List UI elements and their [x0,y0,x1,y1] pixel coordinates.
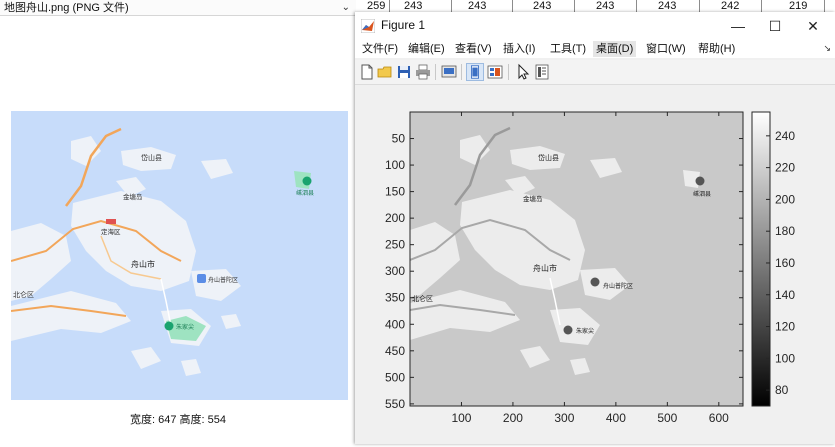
y-tick-label: 300 [385,264,405,278]
menu-file[interactable]: 文件(F) [359,41,401,57]
pixel-value: 219 [789,0,808,12]
grayscale-image [410,112,743,406]
show-plot-tools-icon[interactable] [486,63,504,81]
chevron-down-icon[interactable]: ⌄ [342,0,350,15]
map-label: 舟山市 [131,259,155,269]
map-label: 舟山普陀区 [208,276,238,284]
x-tick-label: 200 [503,411,523,425]
map-label: 岱山县 [538,153,559,162]
print-icon[interactable] [414,63,432,81]
property-editor-icon[interactable] [533,63,551,81]
map-label: 金塘岛 [123,192,143,201]
pixel-value: 243 [404,0,423,12]
minimize-button[interactable]: — [723,16,753,36]
matlab-icon [361,19,375,33]
menu-insert[interactable]: 插入(I) [500,41,538,57]
x-tick-label: 100 [451,411,471,425]
map-marker-icon [164,321,174,331]
colorbar-tick-label: 140 [775,288,795,302]
toolbar [355,60,835,85]
colorbar-tick-label: 100 [775,351,795,365]
link-plot-icon[interactable] [440,63,458,81]
figure-title: Figure 1 [381,18,426,32]
new-figure-icon[interactable] [358,63,376,81]
map-label: 岱山县 [141,153,162,162]
edit-plot-cursor-icon[interactable] [514,63,532,81]
y-tick-label: 450 [385,344,405,358]
pixel-value: 243 [468,0,487,12]
map-label: 舟山普陀区 [603,282,633,290]
y-tick-label: 250 [385,238,405,252]
map-label: 朱家尖 [576,327,594,335]
hide-plot-tools-icon[interactable] [466,63,484,81]
menu-tools[interactable]: 工具(T) [547,41,589,57]
y-tick-label: 550 [385,397,405,411]
image-size-label: 宽度: 647 高度: 554 [130,414,226,426]
pixel-value: 242 [721,0,740,12]
colorbar-tick-label: 160 [775,256,795,270]
map-label: 北仑区 [412,294,433,303]
pixel-value: 259 [367,0,386,12]
colorbar[interactable] [751,111,771,407]
viewer-title-bar: 地图舟山.png (PNG 文件) ⌄ [0,0,356,16]
map-marker-icon [302,176,312,186]
pixel-value: 243 [533,0,552,12]
map-image: 岱山县 金塘岛 定海区 舟山市 舟山普陀区 北仑区 朱家尖 嵊泗县 [11,111,348,400]
pixel-value: 243 [658,0,677,12]
colorbar-tick-label: 180 [775,224,795,238]
map-marker-icon [197,274,206,283]
plot-area: 岱山县 金塘岛 舟山市 舟山普陀区 北仑区 朱家尖 嵊泗县 100 200 300 4… [355,85,835,444]
y-tick-label: 500 [385,370,405,384]
menu-view[interactable]: 查看(V) [452,41,495,57]
figure-canvas[interactable]: 岱山县 金塘岛 舟山市 舟山普陀区 北仑区 朱家尖 嵊泗县 100 200 300 4… [355,85,835,444]
viewer-title: 地图舟山.png (PNG 文件) [4,2,129,14]
open-file-icon[interactable] [376,63,394,81]
save-icon[interactable] [395,63,413,81]
map-label: 嵊泗县 [693,190,711,198]
menu-help[interactable]: 帮助(H) [695,41,738,57]
colorbar-tick-label: 80 [775,383,789,397]
map-label: 金塘岛 [523,194,543,203]
y-tick-label: 100 [385,158,405,172]
pixel-value: 243 [596,0,615,12]
y-tick-label: 400 [385,317,405,331]
x-tick-label: 500 [657,411,677,425]
menu-window[interactable]: 窗口(W) [643,41,689,57]
menu-bar: 文件(F) 编辑(E) 查看(V) 插入(I) 工具(T) 桌面(D) 窗口(W… [355,39,835,58]
colorbar-tick-label: 200 [775,192,795,206]
menu-overflow-icon[interactable]: ↘ [823,43,831,54]
close-button[interactable]: ✕ [798,16,828,36]
menu-desktop[interactable]: 桌面(D) [593,41,637,57]
y-tick-label: 200 [385,211,405,225]
menu-edit[interactable]: 编辑(E) [405,41,448,57]
colorbar-tick-label: 120 [775,320,795,334]
figure-window: Figure 1 — ☐ ✕ 文件(F) 编辑(E) 查看(V) 插入(I) 工… [355,12,835,444]
figure-title-bar[interactable]: Figure 1 — ☐ ✕ [355,12,835,39]
y-tick-label: 150 [385,185,405,199]
y-tick-label: 350 [385,291,405,305]
map-label: 北仑区 [13,290,34,299]
maximize-button[interactable]: ☐ [760,16,790,36]
colorbar-tick-label: 240 [775,129,795,143]
colorbar-tick-label: 220 [775,161,795,175]
map-label: 舟山市 [533,263,557,273]
map-label: 定海区 [101,227,121,236]
map-label: 朱家尖 [176,323,194,331]
y-tick-label: 50 [392,132,406,146]
x-tick-label: 400 [606,411,626,425]
image-viewer-window: 地图舟山.png (PNG 文件) ⌄ 岱山县 金塘岛 定海区 舟山市 舟山普陀… [0,0,356,444]
map-label: 嵊泗县 [296,189,314,197]
x-tick-label: 300 [554,411,574,425]
x-tick-label: 600 [709,411,729,425]
